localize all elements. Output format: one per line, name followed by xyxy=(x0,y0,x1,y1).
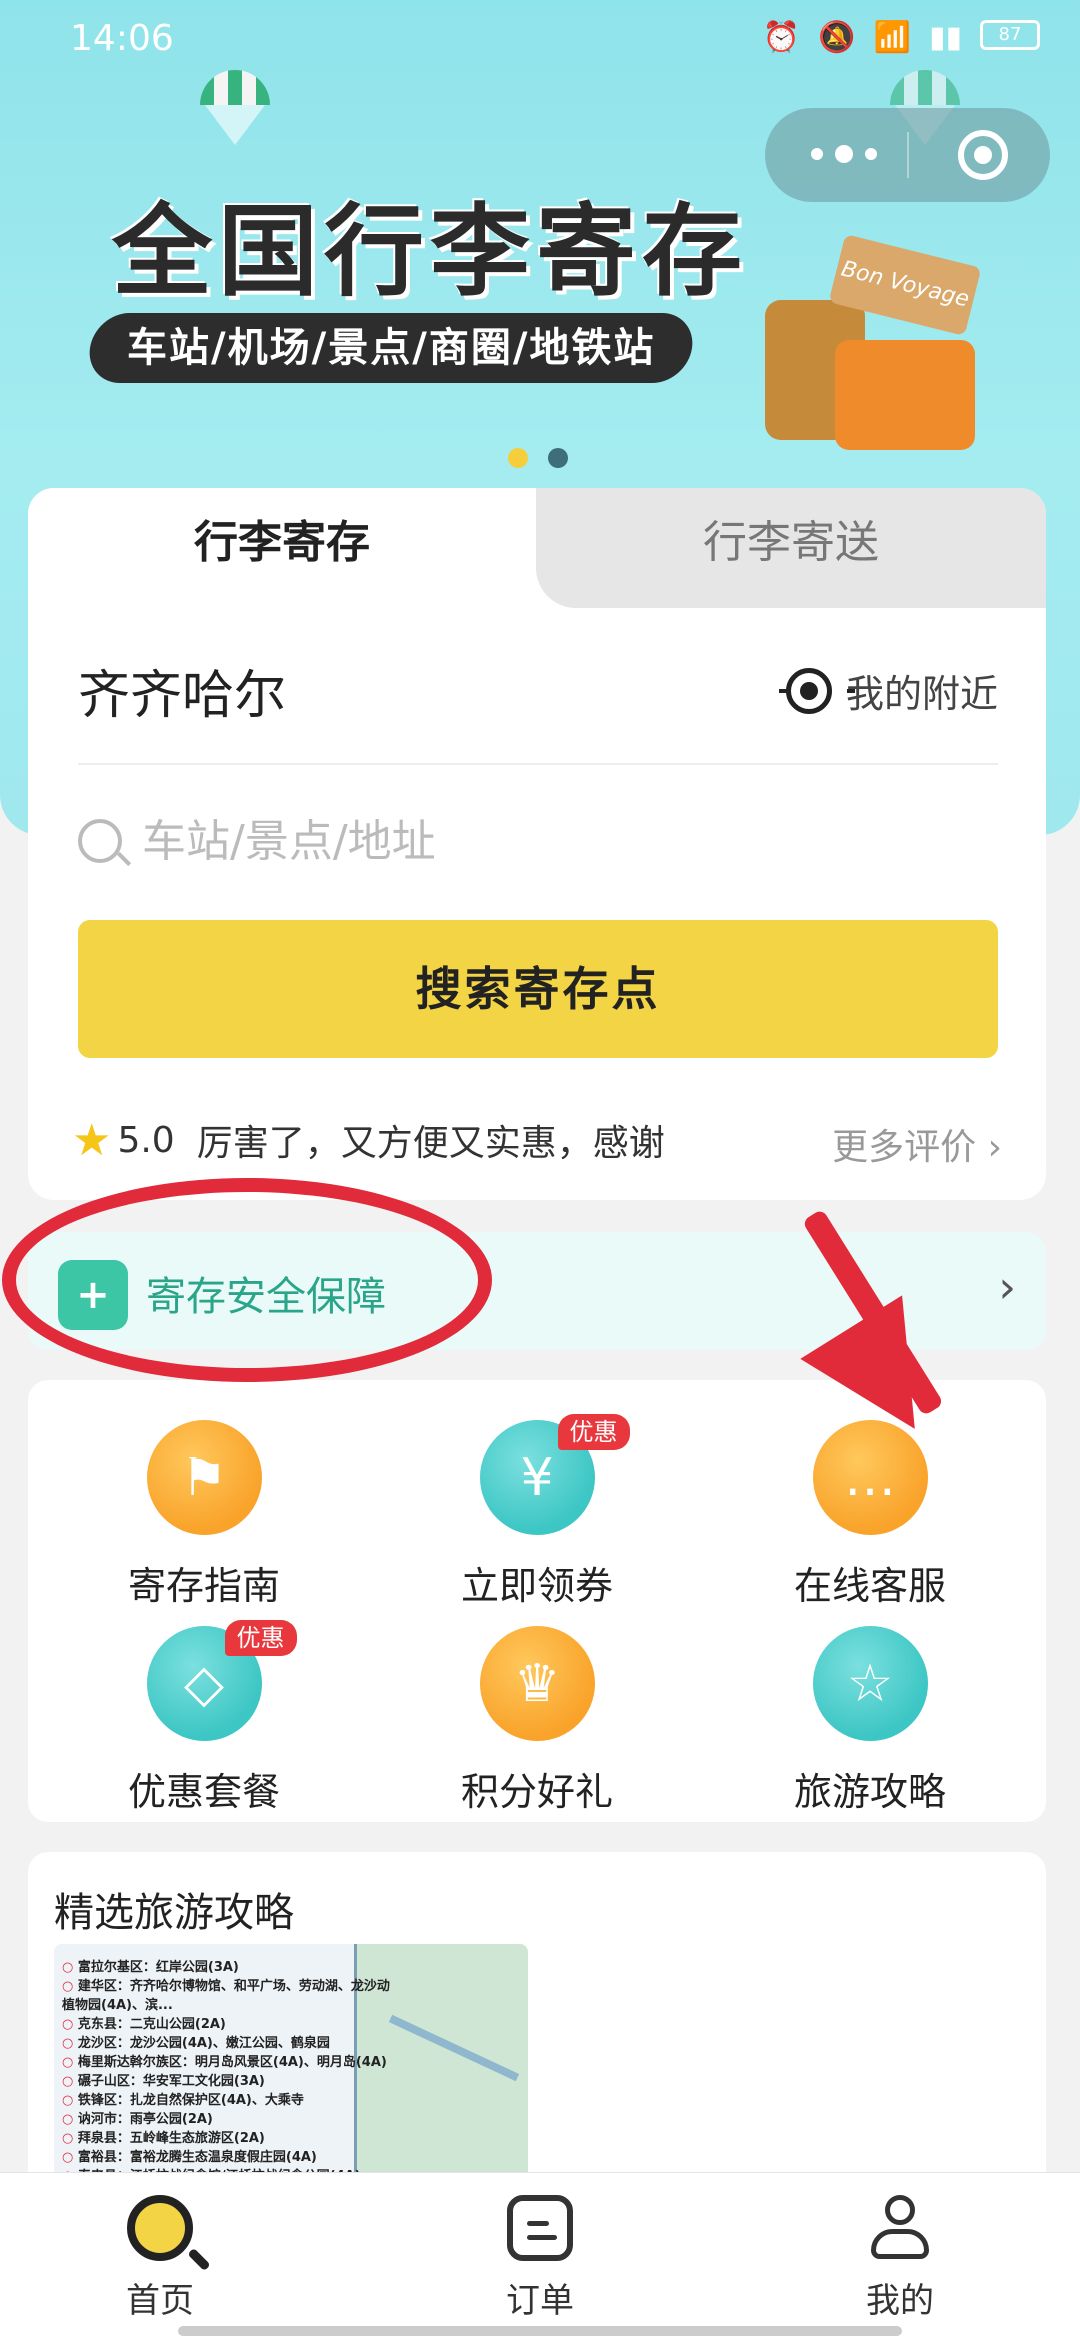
home-search-icon xyxy=(127,2195,193,2261)
map-item: 克东县：二克山公园(2A) xyxy=(62,2015,392,2034)
search-card: 行李寄存 行李寄送 齐齐哈尔 我的附近 搜索寄存点 ★ 5.0 厉害了，又方便又… xyxy=(28,488,1046,1200)
order-icon xyxy=(507,2195,573,2261)
more-reviews-link[interactable]: 更多评价 › xyxy=(832,1118,1002,1170)
parachute-icon xyxy=(200,70,270,145)
coupon-icon: ¥ 优惠 xyxy=(479,1414,630,1535)
tag-icon: ◇ 优惠 xyxy=(146,1620,297,1741)
nav-label: 我的 xyxy=(866,2281,934,2321)
signal-icon: ▮▮ xyxy=(928,20,962,55)
map-item: 梅里斯达斡尔族区：明月岛风景区(4A)、明月岛(4A) xyxy=(62,2053,392,2072)
map-item: 拜泉县：五岭峰生态旅游区(2A) xyxy=(62,2129,392,2148)
carousel-indicator xyxy=(508,448,588,472)
close-miniprogram-icon[interactable] xyxy=(958,130,1008,180)
review-rating: 5.0 xyxy=(117,1119,175,1161)
divider xyxy=(78,763,998,765)
carousel-dot xyxy=(548,448,568,468)
highlight-ring-annotation xyxy=(2,1178,492,1382)
nav-label: 首页 xyxy=(126,2281,194,2321)
chevron-right-icon: › xyxy=(998,1262,1016,1313)
home-indicator[interactable] xyxy=(178,2326,902,2336)
nearby-button[interactable]: 我的附近 xyxy=(778,663,998,718)
search-icon xyxy=(78,819,122,863)
service-label: 寄存指南 xyxy=(127,1564,280,1608)
tab-luggage-storage[interactable]: 行李寄存 xyxy=(28,488,536,608)
alarm-icon: ⏰ xyxy=(762,20,801,55)
service-tabs: 行李寄存 行李寄送 xyxy=(28,488,1046,608)
signpost-icon: ⚑ xyxy=(146,1420,262,1535)
nav-orders[interactable]: 订单 xyxy=(440,2195,640,2322)
discount-badge: 优惠 xyxy=(557,1414,630,1450)
star-icon: ★ xyxy=(72,1114,112,1166)
nav-profile[interactable]: 我的 xyxy=(800,2195,1000,2322)
battery-icon: 87 xyxy=(980,20,1040,50)
services-grid: ⚑ 寄存指南 ¥ 优惠 立即领券 … 在线客服 ◇ 优惠 优惠套餐 ♛ 积分好礼… xyxy=(28,1380,1046,1822)
service-label: 立即领券 xyxy=(460,1564,613,1608)
status-bar: 14:06 ⏰ 🔕 📶 ▮▮ 87 xyxy=(0,0,1080,80)
map-item: 富裕县：富裕龙腾生态温泉度假庄园(4A) xyxy=(62,2148,392,2167)
location-row: 齐齐哈尔 我的附近 xyxy=(78,653,998,726)
review-row[interactable]: ★ 5.0 厉害了，又方便又实惠，感谢 更多评价 › xyxy=(72,1110,1002,1170)
status-icons: ⏰ 🔕 📶 ▮▮ 87 xyxy=(763,20,1040,55)
map-item: 铁锋区：扎龙自然保护区(4A)、大乘寺 xyxy=(62,2091,392,2110)
more-options-icon[interactable] xyxy=(805,136,915,172)
map-item: 富拉尔基区：红岸公园(3A) xyxy=(62,1958,392,1977)
book-icon: ☆ xyxy=(812,1626,928,1741)
discount-badge: 优惠 xyxy=(224,1620,297,1656)
tab-luggage-delivery[interactable]: 行李寄送 xyxy=(536,488,1046,608)
carousel-dot-active xyxy=(508,448,528,468)
service-label: 积分好礼 xyxy=(460,1770,613,1814)
banner-title: 全国行李寄存 xyxy=(112,193,748,310)
map-item: 龙沙区：龙沙公园(4A)、嫩江公园、鹤泉园 xyxy=(62,2034,392,2053)
map-item: 建华区：齐齐哈尔博物馆、和平广场、劳动湖、龙沙动植物园(4A)、滨... xyxy=(62,1977,392,2015)
nav-label: 订单 xyxy=(506,2281,574,2321)
service-label: 优惠套餐 xyxy=(127,1770,280,1814)
service-storage-guide[interactable]: ⚑ 寄存指南 xyxy=(54,1420,354,1620)
service-points-rewards[interactable]: ♛ 积分好礼 xyxy=(387,1626,687,1826)
service-label: 旅游攻略 xyxy=(793,1770,946,1814)
locate-icon xyxy=(778,667,855,714)
bottom-nav: 首页 订单 我的 xyxy=(0,2172,1080,2340)
crown-icon: ♛ xyxy=(479,1626,595,1741)
service-discount-package[interactable]: ◇ 优惠 优惠套餐 xyxy=(54,1620,354,1826)
map-item: 碾子山区：华安军工文化园(3A) xyxy=(62,2072,392,2091)
mini-program-capsule xyxy=(765,108,1050,202)
search-storage-button[interactable]: 搜索寄存点 xyxy=(78,920,998,1058)
luggage-illustration: Bon Voyage xyxy=(755,234,985,455)
mute-icon: 🔕 xyxy=(818,20,856,55)
profile-icon xyxy=(867,2195,933,2261)
banner-subtitle: 车站/机场/景点/商圈/地铁站 xyxy=(85,313,697,383)
search-input[interactable] xyxy=(142,815,942,867)
city-selector[interactable]: 齐齐哈尔 xyxy=(78,653,286,728)
wifi-icon: 📶 xyxy=(873,20,911,55)
status-time: 14:06 xyxy=(70,18,174,59)
review-text: 厉害了，又方便又实惠，感谢 xyxy=(196,1123,665,1164)
nav-home[interactable]: 首页 xyxy=(60,2195,260,2322)
search-bar[interactable] xyxy=(78,806,998,876)
map-item: 讷河市：雨亭公园(2A) xyxy=(62,2110,392,2129)
service-get-coupon[interactable]: ¥ 优惠 立即领券 xyxy=(387,1414,687,1620)
map-attraction-list: 富拉尔基区：红岸公园(3A) 建华区：齐齐哈尔博物馆、和平广场、劳动湖、龙沙动植… xyxy=(62,1958,392,2186)
nearby-label: 我的附近 xyxy=(845,672,998,716)
service-label: 在线客服 xyxy=(793,1564,946,1608)
service-travel-guide[interactable]: ☆ 旅游攻略 xyxy=(720,1626,1020,1826)
section-title: 精选旅游攻略 xyxy=(54,1890,294,1936)
